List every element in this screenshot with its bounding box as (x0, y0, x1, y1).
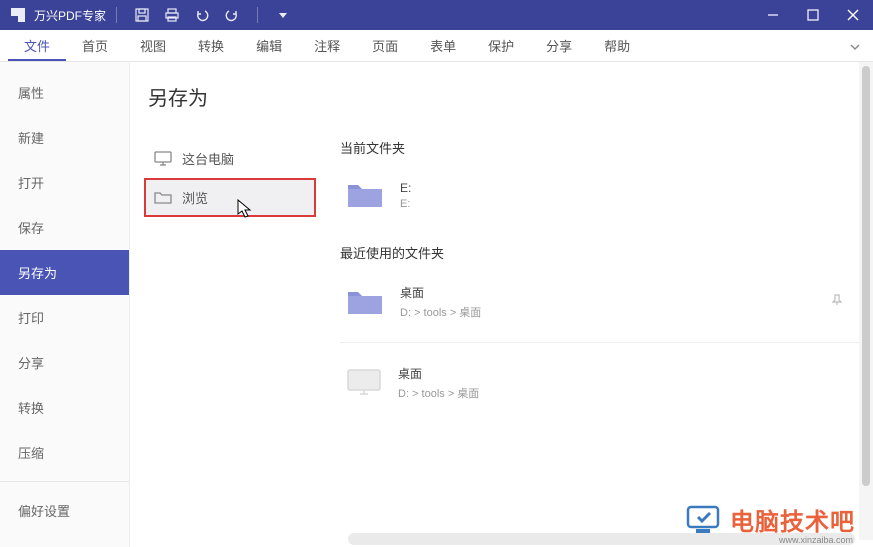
app-title: 万兴PDF专家 (34, 7, 106, 24)
divider (0, 481, 129, 482)
menu-edit[interactable]: 编辑 (240, 30, 298, 61)
save-icon[interactable] (133, 6, 151, 24)
fs-preferences[interactable]: 偏好设置 (0, 488, 129, 533)
folder-name: 桌面 (400, 284, 481, 301)
menu-comment[interactable]: 注释 (298, 30, 356, 61)
separator (257, 7, 258, 23)
maximize-button[interactable] (793, 0, 833, 30)
recent-folder-row[interactable]: 桌面 D: > tools > 桌面 (340, 355, 863, 411)
folder-path: D: > tools > 桌面 (400, 304, 481, 320)
location-browse[interactable]: 浏览 (144, 178, 316, 217)
fs-open[interactable]: 打开 (0, 160, 129, 205)
location-this-pc[interactable]: 这台电脑 (144, 139, 316, 178)
current-folder-row[interactable]: E: E: (340, 169, 863, 221)
folder-name: E: (400, 181, 411, 195)
menu-share[interactable]: 分享 (530, 30, 588, 61)
menu-bar: 文件 首页 视图 转换 编辑 注释 页面 表单 保护 分享 帮助 (0, 30, 873, 62)
watermark-sub: www.xinzaiba.com (779, 535, 853, 545)
fs-save[interactable]: 保存 (0, 205, 129, 250)
fs-print[interactable]: 打印 (0, 295, 129, 340)
menu-help[interactable]: 帮助 (588, 30, 646, 61)
fs-new[interactable]: 新建 (0, 115, 129, 160)
menu-protect[interactable]: 保护 (472, 30, 530, 61)
saveas-right: 当前文件夹 E: E: 最近使用的文件夹 桌面 D: > tools > 桌面 (330, 62, 873, 547)
location-label: 浏览 (182, 188, 208, 207)
menu-form[interactable]: 表单 (414, 30, 472, 61)
divider (340, 342, 863, 343)
monitor-icon (346, 368, 382, 398)
separator (116, 7, 117, 23)
minimize-button[interactable] (753, 0, 793, 30)
menu-home[interactable]: 首页 (66, 30, 124, 61)
dropdown-icon[interactable] (274, 6, 292, 24)
menu-page[interactable]: 页面 (356, 30, 414, 61)
folder-path: D: > tools > 桌面 (398, 385, 479, 401)
fs-compress[interactable]: 压缩 (0, 430, 129, 475)
title-bar: 万兴PDF专家 (0, 0, 873, 30)
recent-folder-title: 最近使用的文件夹 (340, 243, 863, 262)
menu-convert[interactable]: 转换 (182, 30, 240, 61)
current-folder-title: 当前文件夹 (340, 138, 863, 157)
undo-icon[interactable] (193, 6, 211, 24)
content: 另存为 这台电脑 浏览 当前文件夹 E: (130, 62, 873, 547)
page-title: 另存为 (148, 82, 316, 111)
fs-saveas[interactable]: 另存为 (0, 250, 129, 295)
fs-share[interactable]: 分享 (0, 340, 129, 385)
location-label: 这台电脑 (182, 149, 234, 168)
app-logo-icon (8, 5, 28, 25)
folder-outline-icon (154, 190, 172, 205)
file-sidebar: 属性 新建 打开 保存 另存为 打印 分享 转换 压缩 偏好设置 (0, 62, 130, 547)
fs-convert[interactable]: 转换 (0, 385, 129, 430)
close-button[interactable] (833, 0, 873, 30)
print-icon[interactable] (163, 6, 181, 24)
folder-icon (346, 286, 384, 318)
menu-file[interactable]: 文件 (8, 30, 66, 61)
fs-properties[interactable]: 属性 (0, 70, 129, 115)
folder-path: E: (400, 198, 411, 210)
main-area: 属性 新建 打开 保存 另存为 打印 分享 转换 压缩 偏好设置 另存为 这台电… (0, 62, 873, 547)
monitor-icon (154, 151, 172, 167)
pin-icon[interactable] (831, 293, 843, 311)
vertical-scrollbar[interactable] (859, 62, 873, 540)
folder-name: 桌面 (398, 365, 479, 382)
recent-folder-row[interactable]: 桌面 D: > tools > 桌面 (340, 274, 863, 330)
redo-icon[interactable] (223, 6, 241, 24)
scrollbar-thumb[interactable] (862, 66, 870, 486)
chevron-down-icon[interactable] (849, 40, 861, 58)
saveas-left: 另存为 这台电脑 浏览 (130, 62, 330, 547)
menu-view[interactable]: 视图 (124, 30, 182, 61)
folder-icon (346, 179, 384, 211)
